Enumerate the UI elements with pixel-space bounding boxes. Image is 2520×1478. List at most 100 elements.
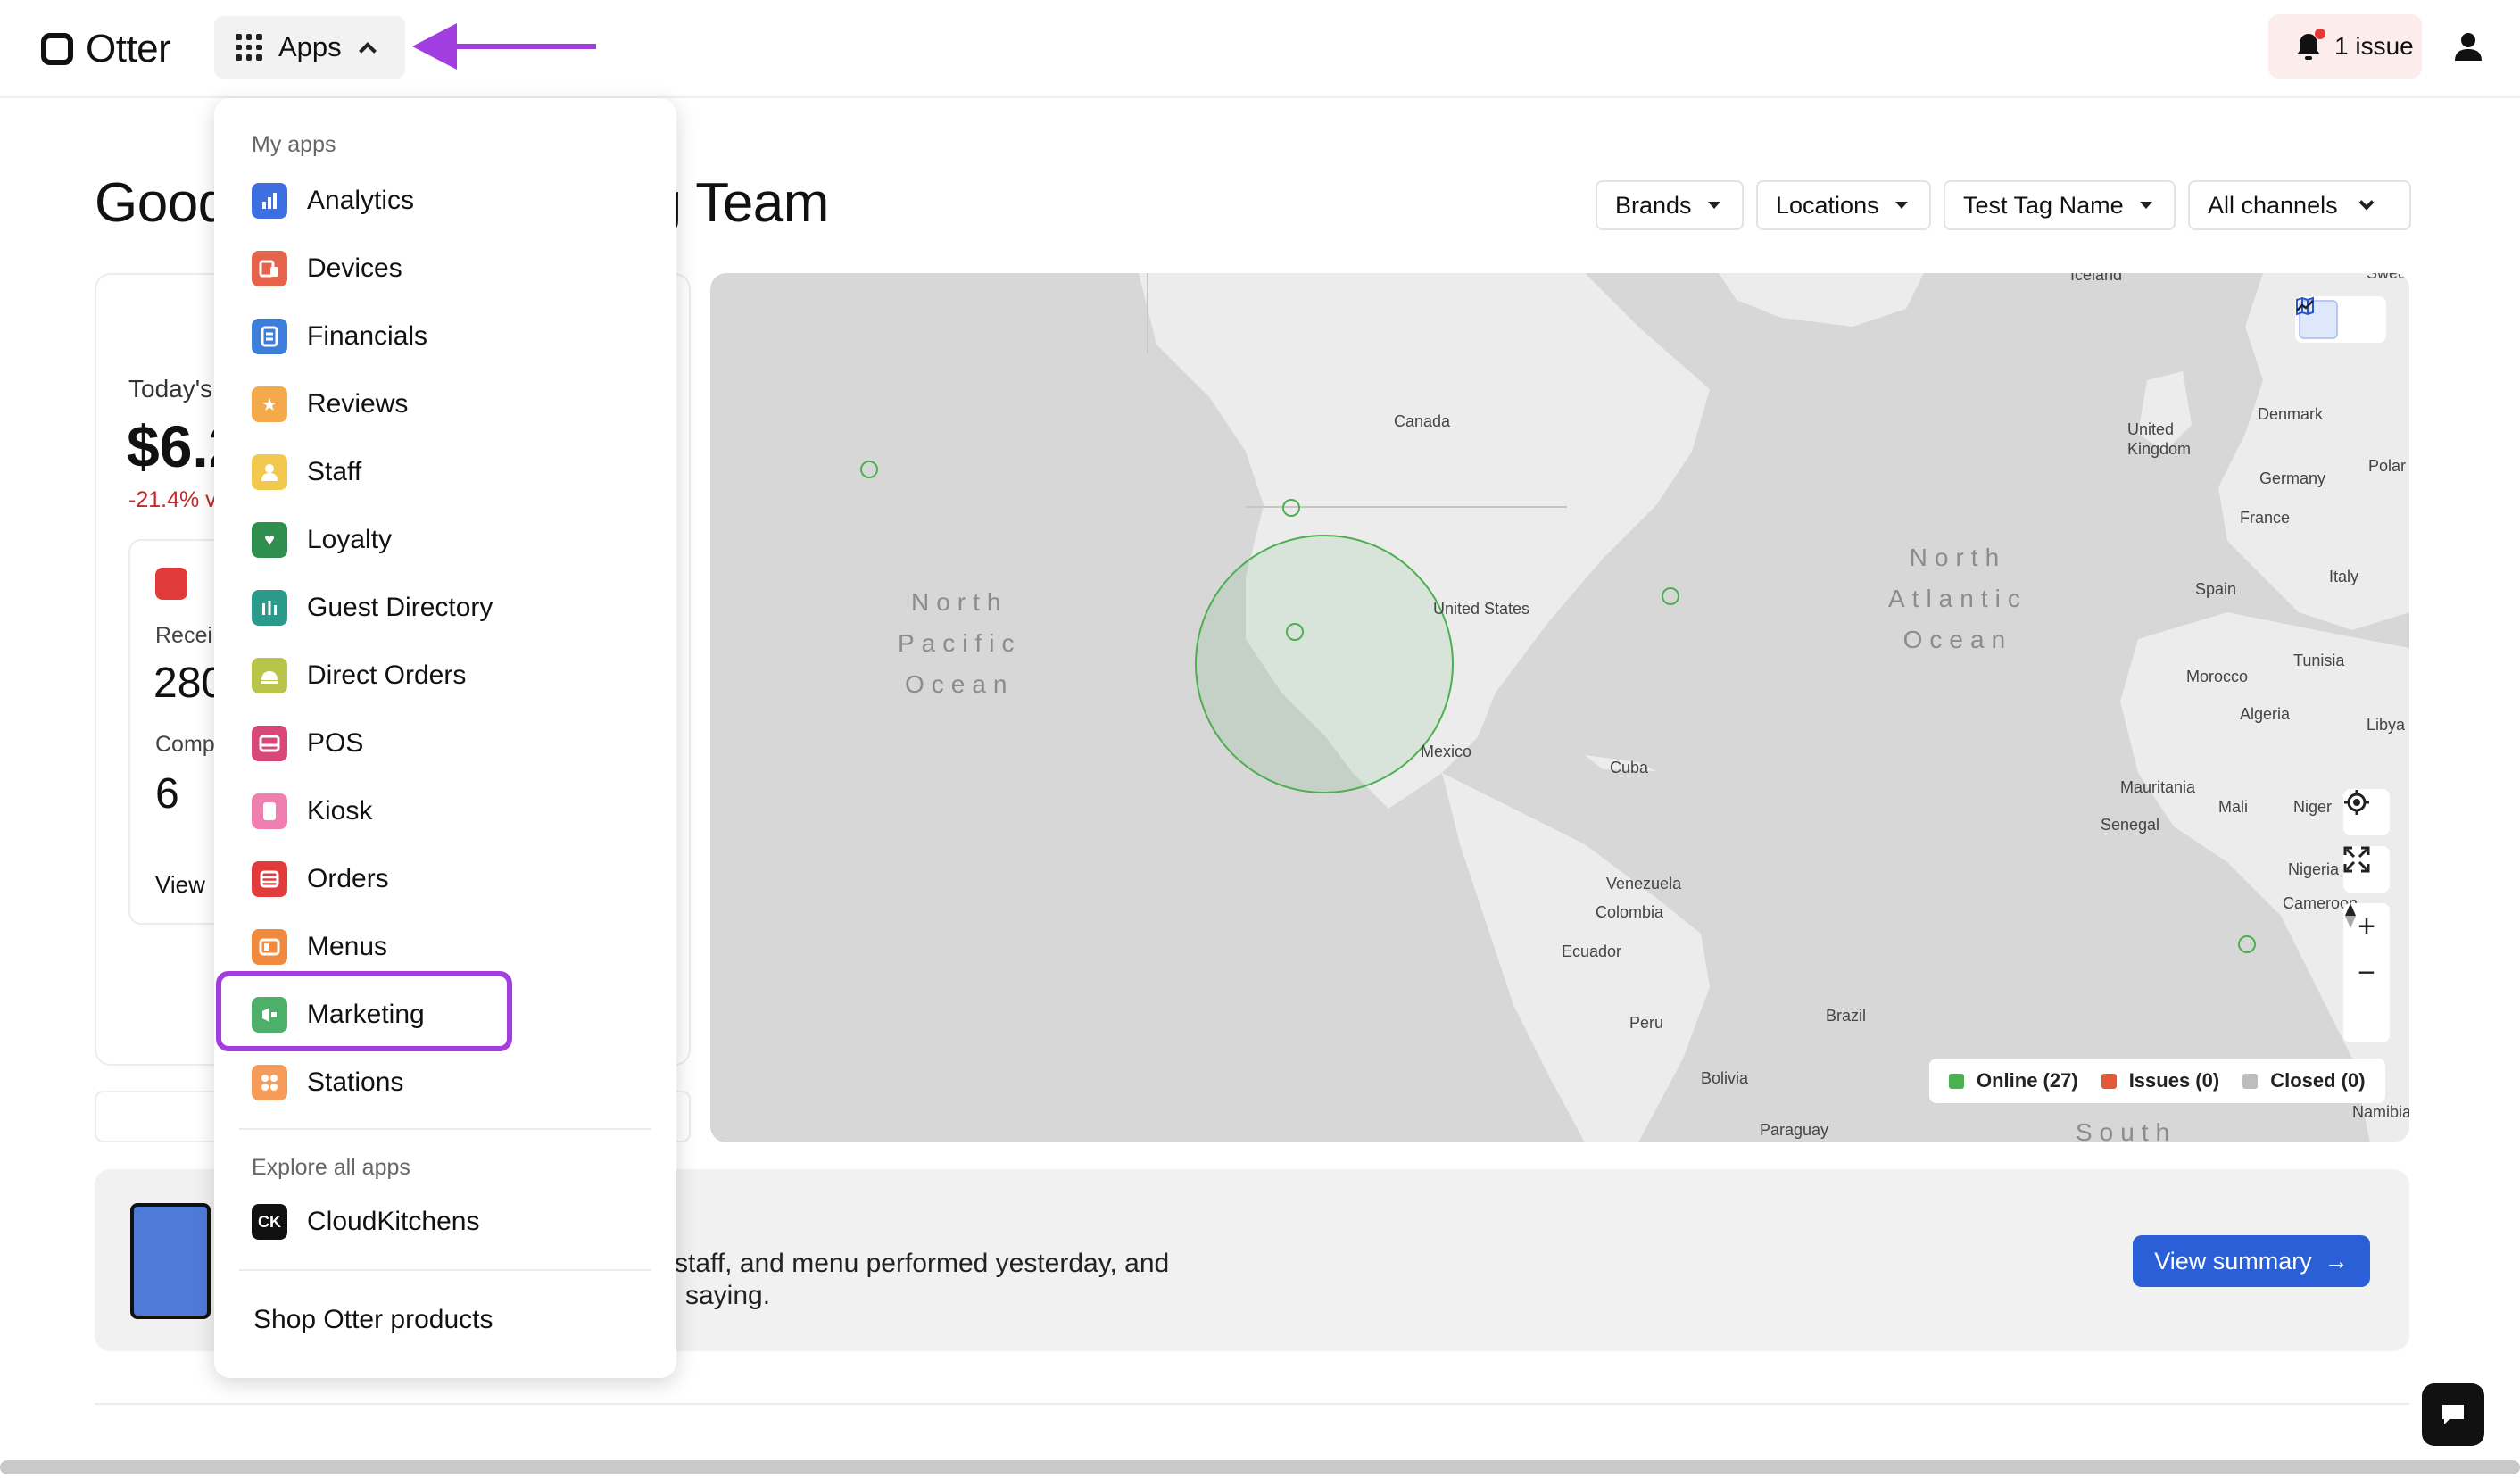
menu-item-kiosk[interactable]: Kiosk xyxy=(252,787,372,835)
shop-link-label: Shop Otter products xyxy=(253,1305,493,1334)
menu-item-label: Financials xyxy=(307,321,428,351)
menu-item-financials[interactable]: Financials xyxy=(252,312,427,361)
map-label: Algeria xyxy=(2240,705,2291,723)
ocean-label: South xyxy=(2076,1118,2177,1142)
today-sales-change: -21.4% v xyxy=(128,487,217,512)
summary-illustration xyxy=(130,1203,211,1319)
map-land-shapes xyxy=(860,273,2409,1142)
annotation-arrow xyxy=(412,23,596,70)
map-label: Mauritania xyxy=(2120,778,2196,796)
menu-item-loyalty[interactable]: ♥ Loyalty xyxy=(252,516,392,564)
menu-item-label: CloudKitchens xyxy=(307,1207,480,1236)
menu-item-label: Reviews xyxy=(307,389,409,419)
locations-filter[interactable]: Locations xyxy=(1756,180,1931,230)
menu-item-orders[interactable]: Orders xyxy=(252,855,389,903)
map-label: Libya xyxy=(2367,716,2406,734)
brands-filter[interactable]: Brands xyxy=(1596,180,1744,230)
map-label: Paraguay xyxy=(1760,1121,1829,1139)
tag-filter[interactable]: Test Tag Name xyxy=(1944,180,2176,230)
map-label: Ecuador xyxy=(1562,942,1622,960)
horizontal-scrollbar[interactable] xyxy=(0,1460,2520,1474)
tag-filter-label: Test Tag Name xyxy=(1963,191,2124,219)
map-label: Germany xyxy=(2259,469,2326,487)
direct-orders-icon xyxy=(252,658,287,693)
compass-icon[interactable] xyxy=(2343,903,2390,1042)
view-summary-button[interactable]: View summary → xyxy=(2133,1235,2370,1287)
ocean-label: North Atlantic Ocean xyxy=(1888,544,2027,653)
menu-item-staff[interactable]: Staff xyxy=(252,448,361,496)
map-label: Namibia xyxy=(2352,1103,2409,1121)
filter-bar: Brands Locations Test Tag Name All chann… xyxy=(1596,180,2411,230)
reviews-icon: ★ xyxy=(252,386,287,422)
financials-icon xyxy=(252,319,287,354)
menu-item-stations[interactable]: Stations xyxy=(252,1059,403,1107)
channels-filter-label: All channels xyxy=(2208,191,2338,219)
map-legend: Online (27) Issues (0) Closed (0) xyxy=(1929,1059,2385,1103)
menu-item-direct-orders[interactable]: Direct Orders xyxy=(252,652,466,700)
menu-item-devices[interactable]: Devices xyxy=(252,245,402,293)
issues-label: 1 issue xyxy=(2334,32,2414,60)
devices-icon xyxy=(252,251,287,286)
menu-item-menus[interactable]: Menus xyxy=(252,923,387,971)
otter-logo-icon xyxy=(41,33,73,65)
chat-icon xyxy=(2442,1405,2464,1424)
map-label: Mali xyxy=(2218,798,2249,816)
menu-item-label: POS xyxy=(307,728,364,758)
geolocate-button[interactable] xyxy=(2343,789,2390,835)
caret-down-icon xyxy=(2139,202,2152,209)
user-profile-icon[interactable] xyxy=(2452,30,2484,62)
notification-dot xyxy=(2315,29,2325,39)
apps-menu-button[interactable]: Apps xyxy=(214,16,405,79)
menu-item-guest-directory[interactable]: Guest Directory xyxy=(252,584,493,632)
menu-item-pos[interactable]: POS xyxy=(252,719,363,768)
caret-down-icon xyxy=(1894,202,1908,209)
view-summary-label: View summary xyxy=(2154,1247,2312,1275)
cloudkitchens-icon: CK xyxy=(252,1204,287,1240)
menu-item-analytics[interactable]: Analytics xyxy=(252,177,414,225)
apps-dropdown-menu: My apps Analytics Devices Financials ★ R… xyxy=(214,98,676,1378)
shop-otter-products-link[interactable]: Shop Otter products xyxy=(253,1296,493,1344)
trend-view-icon[interactable] xyxy=(2296,300,2383,339)
menu-item-label: Menus xyxy=(307,932,388,961)
map-label: United States xyxy=(1433,600,1530,618)
chat-button[interactable] xyxy=(2422,1383,2484,1446)
legend-issues: Issues (0) xyxy=(2101,1069,2219,1092)
menu-item-cloudkitchens[interactable]: CK CloudKitchens xyxy=(252,1198,479,1246)
received-label: Recei xyxy=(155,623,212,648)
channels-filter[interactable]: All channels xyxy=(2188,180,2411,230)
bell-icon xyxy=(2295,29,2325,61)
apps-button-label: Apps xyxy=(278,31,342,62)
loyalty-icon: ♥ xyxy=(252,522,287,558)
map-label: Morocco xyxy=(2186,668,2249,685)
zoom-out-icon[interactable]: − xyxy=(2343,950,2390,996)
otter-logo[interactable]: Otter xyxy=(41,27,171,71)
staff-icon xyxy=(252,454,287,490)
kiosk-icon xyxy=(252,793,287,829)
menu-item-label: Guest Directory xyxy=(307,593,493,622)
ocean-label: North Pacific Ocean xyxy=(898,588,1022,698)
caret-down-icon xyxy=(1707,202,1720,209)
issues-button[interactable]: 1 issue xyxy=(2268,14,2422,79)
chevron-down-icon xyxy=(2358,195,2375,211)
fullscreen-button[interactable] xyxy=(2343,846,2390,893)
menu-divider xyxy=(239,1128,651,1130)
legend-closed: Closed (0) xyxy=(2242,1069,2366,1092)
map-label: Iceland xyxy=(2070,273,2123,284)
locations-map[interactable]: North Pacific Ocean North Atlantic Ocean Sou… xyxy=(710,273,2409,1142)
map-label: United Kingdom xyxy=(2127,420,2192,458)
explore-apps-heading: Explore all apps xyxy=(252,1155,410,1180)
banner-text: staff, and menu performed yesterday, and… xyxy=(675,1249,1170,1310)
zoom-controls: + − xyxy=(2343,903,2390,1042)
map-label: Denmark xyxy=(2258,405,2324,423)
locations-filter-label: Locations xyxy=(1776,191,1879,219)
menu-item-label: Analytics xyxy=(307,186,415,215)
menu-item-label: Staff xyxy=(307,457,362,486)
menu-item-reviews[interactable]: ★ Reviews xyxy=(252,380,408,428)
map-label: Nigeria xyxy=(2288,860,2340,878)
menu-item-label: Devices xyxy=(307,253,402,283)
stations-icon xyxy=(252,1065,287,1100)
view-orders-link[interactable]: View xyxy=(155,871,205,899)
chevron-up-icon xyxy=(358,42,377,60)
legend-online: Online (27) xyxy=(1949,1069,2078,1092)
map-label: Brazil xyxy=(1826,1007,1867,1025)
